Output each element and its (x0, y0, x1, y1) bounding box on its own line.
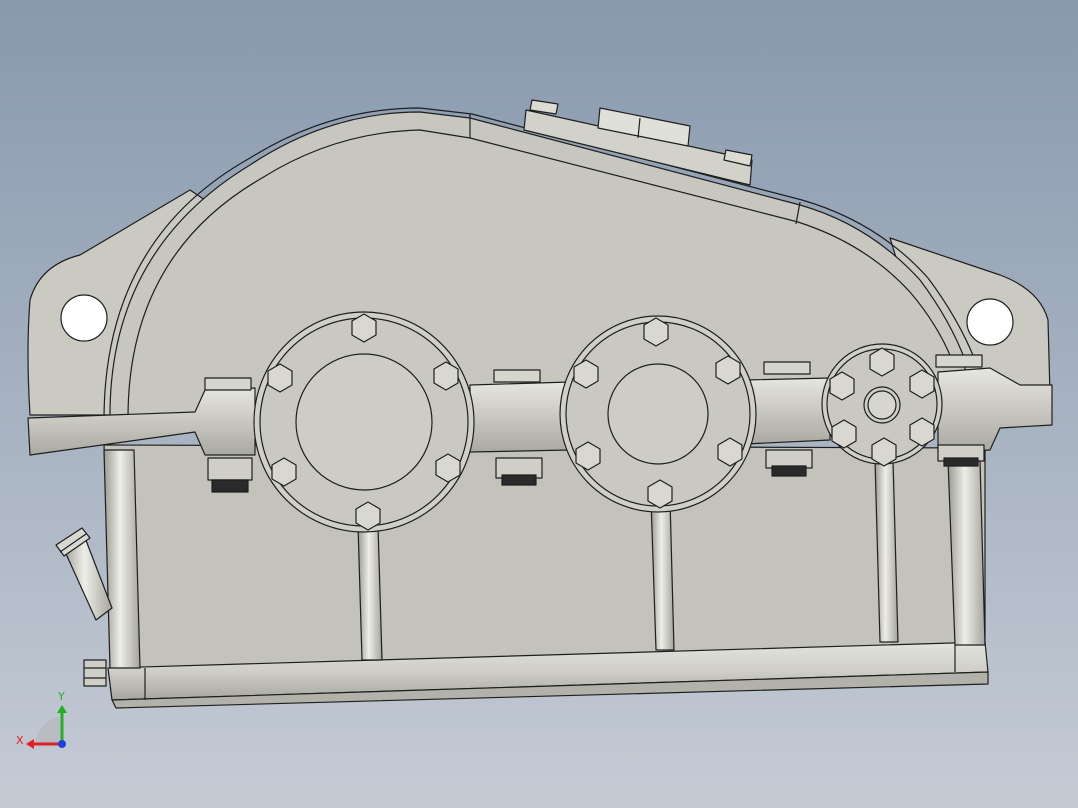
bearing-cap-large-middle[interactable] (559, 315, 757, 513)
right-lifting-hole (966, 298, 1014, 346)
right-side-rib (947, 459, 986, 646)
triad-x-label: X (16, 734, 24, 747)
model-canvas[interactable]: X Y (0, 0, 1078, 808)
drain-plug-icon[interactable] (83, 659, 107, 687)
graphics-viewport[interactable]: X Y (0, 0, 1078, 808)
triad-y-label: Y (57, 690, 65, 703)
triad-z-axis (58, 740, 66, 748)
left-lifting-hole (60, 294, 108, 342)
bearing-cap-large-left[interactable] (253, 311, 475, 533)
left-side-rib (103, 449, 141, 669)
stiffener-rib-1 (357, 524, 383, 661)
